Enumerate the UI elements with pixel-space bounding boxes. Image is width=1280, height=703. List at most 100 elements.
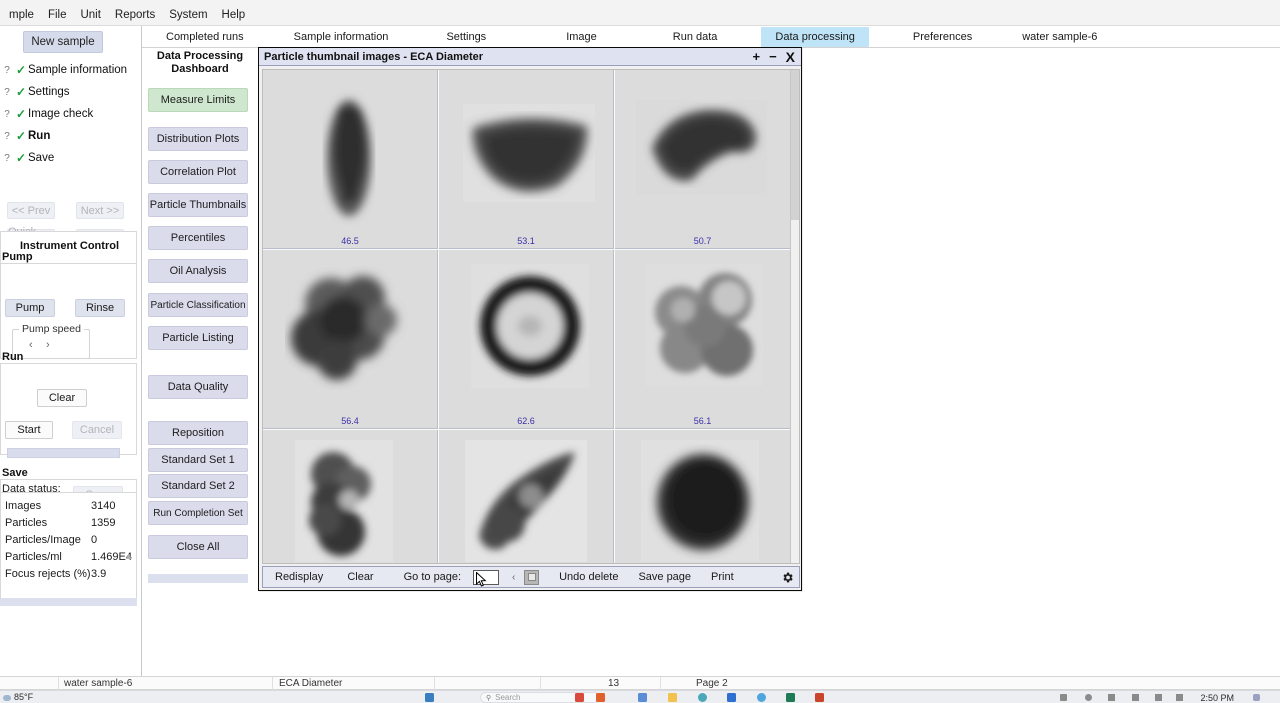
- workflow-step-sample-information[interactable]: ? ✓ Sample information: [0, 59, 142, 81]
- dashboard-button-standard-set-1[interactable]: Standard Set 1: [148, 448, 248, 472]
- app-icon-9[interactable]: [815, 693, 824, 702]
- save-page-button[interactable]: Save page: [630, 571, 699, 583]
- workflow-step-run[interactable]: ? ✓ Run: [0, 125, 142, 147]
- data-processing-dashboard: Data Processing Dashboard Measure Limits…: [148, 50, 252, 583]
- dashboard-button-particle-classification[interactable]: Particle Classification: [148, 293, 248, 317]
- workflow-step-image-check[interactable]: ? ✓ Image check: [0, 103, 142, 125]
- help-icon[interactable]: ?: [0, 153, 14, 164]
- settings-gear-icon[interactable]: [781, 571, 794, 584]
- rinse-button[interactable]: Rinse: [75, 299, 125, 317]
- dialog-toolbar: Redisplay Clear Go to page: ‹ Undo delet…: [262, 566, 800, 588]
- dashboard-button-correlation-plot[interactable]: Correlation Plot: [148, 160, 248, 184]
- stat-key: Particles/Image: [5, 534, 81, 546]
- app-icon-2[interactable]: [596, 693, 605, 702]
- app-icon-5[interactable]: [698, 693, 707, 702]
- step-label: Image check: [28, 108, 94, 120]
- tab-preferences[interactable]: Preferences: [899, 27, 986, 47]
- dashboard-button-particle-thumbnails[interactable]: Particle Thumbnails: [148, 193, 248, 217]
- menu-item-sample[interactable]: mple: [2, 8, 41, 22]
- start-button[interactable]: Start: [5, 421, 53, 439]
- run-cancel-button[interactable]: Cancel: [72, 421, 122, 439]
- close-icon[interactable]: X: [786, 50, 795, 64]
- tray-icon-3[interactable]: [1108, 694, 1115, 701]
- thumbnail-cell[interactable]: 62.6: [439, 250, 614, 429]
- dashboard-button-run-completion-set[interactable]: Run Completion Set: [148, 501, 248, 525]
- pump-speed-increment-icon[interactable]: ›: [46, 339, 50, 351]
- dashboard-button-standard-set-2[interactable]: Standard Set 2: [148, 474, 248, 498]
- workflow-step-save[interactable]: ? ✓ Save: [0, 147, 142, 169]
- dashboard-button-particle-listing[interactable]: Particle Listing: [148, 326, 248, 350]
- tray-icon-1[interactable]: [1060, 694, 1067, 701]
- taskbar-clock[interactable]: 2:50 PM: [1200, 693, 1234, 703]
- dashboard-button-data-quality[interactable]: Data Quality: [148, 375, 248, 399]
- pump-speed-label: Pump speed: [19, 323, 84, 335]
- minimize-icon[interactable]: −: [769, 50, 777, 63]
- help-icon[interactable]: ?: [0, 65, 14, 76]
- app-icon-3[interactable]: [638, 693, 647, 702]
- help-icon[interactable]: ?: [0, 131, 14, 142]
- tab-current-sample[interactable]: water sample-6: [1008, 27, 1111, 47]
- thumbnail-cell[interactable]: [615, 430, 790, 563]
- thumbnail-cell[interactable]: 56.1: [615, 250, 790, 429]
- new-sample-button[interactable]: New sample: [23, 31, 103, 53]
- run-progress-bar: [7, 448, 120, 458]
- thumbnail-cell[interactable]: 50.7: [615, 70, 790, 249]
- menu-item-unit[interactable]: Unit: [73, 8, 107, 22]
- help-icon[interactable]: ?: [0, 109, 14, 120]
- dialog-title-bar[interactable]: Particle thumbnail images - ECA Diameter…: [259, 48, 801, 66]
- menu-item-help[interactable]: Help: [215, 8, 253, 22]
- thumbnail-grid-scrollbar[interactable]: [790, 70, 799, 563]
- undo-delete-button[interactable]: Undo delete: [551, 571, 626, 583]
- thumbnail-cell[interactable]: 46.5: [263, 70, 438, 249]
- page-number-input[interactable]: [473, 569, 500, 585]
- battery-icon[interactable]: [1176, 694, 1183, 701]
- volume-icon[interactable]: [1132, 694, 1139, 701]
- particle-image: [636, 100, 767, 195]
- next-page-icon[interactable]: [524, 569, 540, 585]
- redisplay-button[interactable]: Redisplay: [267, 571, 331, 583]
- help-icon[interactable]: ?: [0, 87, 14, 98]
- menu-item-file[interactable]: File: [41, 8, 74, 22]
- weather-temperature[interactable]: 85°F: [14, 692, 33, 702]
- thumbnail-cell[interactable]: [263, 430, 438, 563]
- prev-button[interactable]: << Prev: [7, 202, 55, 219]
- thumbnail-cell[interactable]: [439, 430, 614, 563]
- dashboard-button-reposition[interactable]: Reposition: [148, 421, 248, 445]
- menu-item-system[interactable]: System: [162, 8, 214, 22]
- tab-data-processing[interactable]: Data processing: [761, 26, 869, 47]
- app-icon-8[interactable]: [786, 693, 795, 702]
- scrollbar-thumb[interactable]: [791, 70, 799, 220]
- previous-page-icon[interactable]: ‹: [506, 570, 521, 585]
- thumbnail-cell[interactable]: 53.1: [439, 70, 614, 249]
- run-clear-button[interactable]: Clear: [37, 389, 87, 407]
- pump-speed-decrement-icon[interactable]: ‹: [29, 339, 33, 351]
- tray-icon-2[interactable]: [1085, 694, 1092, 701]
- thumbnail-cell[interactable]: 56.4: [263, 250, 438, 429]
- print-button[interactable]: Print: [703, 571, 742, 583]
- tab-run-data[interactable]: Run data: [659, 27, 732, 47]
- dashboard-button-close-all[interactable]: Close All: [148, 535, 248, 559]
- start-icon[interactable]: [425, 693, 434, 702]
- menu-item-reports[interactable]: Reports: [108, 8, 162, 22]
- app-icon-4[interactable]: [668, 693, 677, 702]
- notification-icon[interactable]: [1253, 694, 1260, 701]
- maximize-icon[interactable]: +: [752, 50, 760, 63]
- stats-scroll-up-icon[interactable]: ▲: [124, 551, 133, 561]
- pump-button[interactable]: Pump: [5, 299, 55, 317]
- app-icon-6[interactable]: [727, 693, 736, 702]
- dashboard-button-oil-analysis[interactable]: Oil Analysis: [148, 259, 248, 283]
- next-button[interactable]: Next >>: [76, 202, 124, 219]
- dashboard-button-measure-limits[interactable]: Measure Limits: [148, 88, 248, 112]
- tab-image[interactable]: Image: [552, 27, 611, 47]
- dashboard-button-percentiles[interactable]: Percentiles: [148, 226, 248, 250]
- check-icon: ✓: [15, 85, 27, 99]
- tab-settings[interactable]: Settings: [432, 27, 500, 47]
- dashboard-button-distribution-plots[interactable]: Distribution Plots: [148, 127, 248, 151]
- tab-completed-runs[interactable]: Completed runs: [152, 27, 258, 47]
- tab-sample-information[interactable]: Sample information: [280, 27, 403, 47]
- app-icon-7[interactable]: [757, 693, 766, 702]
- app-icon-1[interactable]: [575, 693, 584, 702]
- clear-button[interactable]: Clear: [339, 571, 381, 583]
- workflow-step-settings[interactable]: ? ✓ Settings: [0, 81, 142, 103]
- network-icon[interactable]: [1155, 694, 1162, 701]
